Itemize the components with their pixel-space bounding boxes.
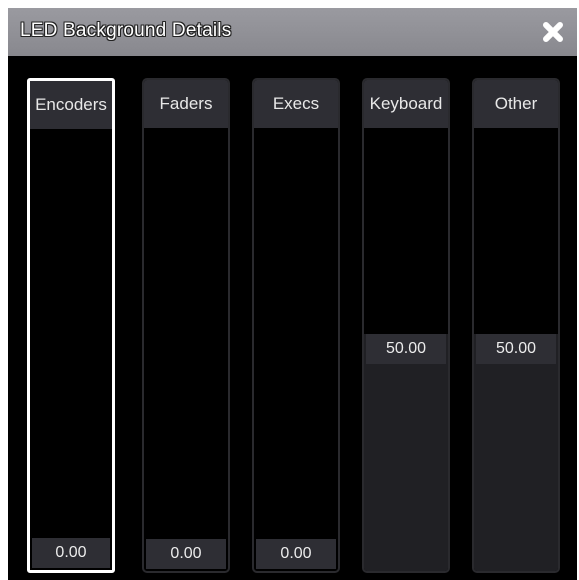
column-label: Keyboard (364, 80, 448, 128)
column-value: 0.00 (256, 539, 336, 569)
column-level-fill (474, 333, 558, 571)
title-bar[interactable]: LED Background Details (8, 8, 577, 56)
column-value: 50.00 (476, 333, 556, 364)
led-background-details-window: LED Background Details Encoders 0.00 Fad… (8, 8, 577, 580)
close-button[interactable] (535, 15, 571, 49)
column-label: Faders (144, 80, 228, 128)
column-value: 0.00 (146, 539, 226, 569)
column-other[interactable]: Other 50.00 (472, 78, 560, 573)
column-label: Other (474, 80, 558, 128)
column-keyboard[interactable]: Keyboard 50.00 (362, 78, 450, 573)
column-label: Execs (254, 80, 338, 128)
column-level-fill (364, 333, 448, 571)
window-title: LED Background Details (20, 20, 232, 41)
column-value: 50.00 (366, 333, 446, 364)
column-faders[interactable]: Faders 0.00 (142, 78, 230, 573)
column-label: Encoders (30, 81, 112, 129)
column-execs[interactable]: Execs 0.00 (252, 78, 340, 573)
close-x-icon (543, 22, 563, 42)
column-value: 0.00 (32, 538, 110, 568)
column-encoders[interactable]: Encoders 0.00 (27, 78, 115, 573)
columns-area: Encoders 0.00 Faders 0.00 Execs 0.00 Key… (8, 56, 577, 580)
